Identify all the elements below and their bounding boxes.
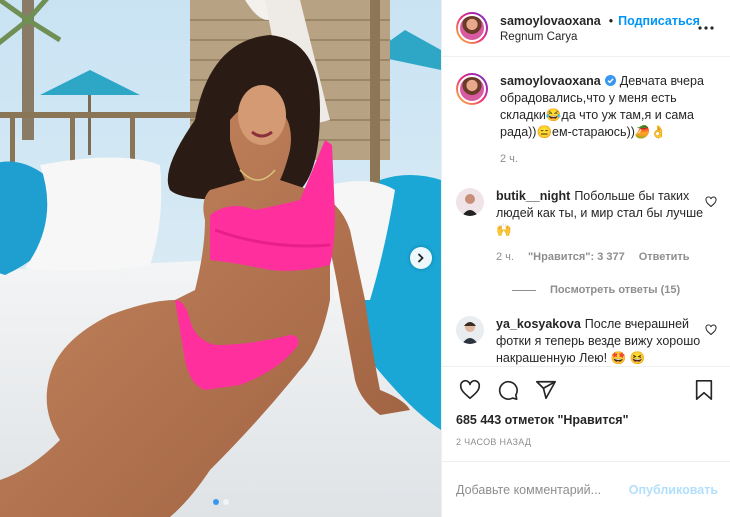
caption-author[interactable]: samoylovaoxana — [500, 74, 601, 88]
replies-divider — [512, 289, 536, 291]
comment-username[interactable]: butik__night — [496, 189, 570, 203]
comment-button[interactable] — [494, 376, 522, 404]
chevron-right-icon — [418, 253, 424, 263]
view-replies-label: Посмотреть ответы (15) — [550, 284, 681, 296]
post-photo[interactable] — [0, 0, 441, 517]
carousel-dot-2 — [222, 499, 229, 505]
next-photo-button[interactable] — [410, 247, 432, 269]
share-icon — [536, 380, 556, 400]
more-options-icon — [698, 26, 714, 30]
bookmark-icon — [695, 380, 713, 400]
view-replies-button[interactable]: Посмотреть ответы (15) — [512, 284, 718, 296]
comment-likes[interactable]: "Нравится": 3 377 — [528, 249, 625, 266]
heart-icon — [459, 379, 481, 400]
caption: samoylovaoxana Девчата вчера обрадовались… — [456, 73, 718, 168]
like-button[interactable] — [456, 376, 484, 404]
caption-author-avatar[interactable] — [456, 73, 488, 105]
commenter-avatar[interactable] — [456, 316, 484, 344]
carousel-indicator — [0, 499, 441, 505]
comment-username[interactable]: ya_kosyakova — [496, 317, 581, 331]
comment-time[interactable]: 2 ч. — [496, 249, 514, 266]
post-location[interactable]: Regnum Carya — [500, 31, 694, 43]
post-header: samoylovaoxana • Подписаться Regnum Cary… — [442, 0, 730, 57]
more-options-button[interactable] — [694, 16, 718, 40]
post-dialog: samoylovaoxana • Подписаться Regnum Cary… — [0, 0, 730, 517]
comment-item: butik__night Побольше бы таких людей как … — [456, 188, 718, 266]
post-side-panel: samoylovaoxana • Подписаться Regnum Cary… — [441, 0, 730, 517]
likes-count[interactable]: 685 443 отметок "Нравится" — [456, 413, 718, 427]
author-avatar[interactable] — [456, 12, 488, 44]
reply-button[interactable]: Ответить — [639, 249, 690, 266]
photo-illustration — [0, 0, 441, 517]
add-comment-bar: Опубликовать — [442, 461, 730, 517]
header-separator: • — [608, 13, 614, 28]
comment-like-icon[interactable] — [704, 324, 718, 336]
save-button[interactable] — [690, 376, 718, 404]
comment-icon — [498, 380, 518, 400]
author-username[interactable]: samoylovaoxana — [500, 14, 601, 28]
post-actions: 685 443 отметок "Нравится" 2 часов назад — [442, 366, 730, 461]
comment-input[interactable] — [456, 482, 629, 497]
comment-like-icon[interactable] — [704, 196, 718, 208]
comments-list[interactable]: samoylovaoxana Девчата вчера обрадовались… — [442, 57, 730, 366]
caption-time[interactable]: 2 ч. — [500, 151, 518, 168]
comment-item: ya_kosyakova После вчерашней фотки я тепе… — [456, 316, 718, 366]
carousel-dot-1 — [212, 499, 219, 505]
follow-button[interactable]: Подписаться — [618, 14, 700, 28]
commenter-avatar[interactable] — [456, 188, 484, 216]
caption-text-block: samoylovaoxana Девчата вчера обрадовались… — [500, 73, 718, 141]
publish-button[interactable]: Опубликовать — [629, 483, 718, 497]
verified-badge-icon — [604, 75, 616, 86]
post-timestamp[interactable]: 2 часов назад — [456, 437, 718, 447]
share-button[interactable] — [532, 376, 560, 404]
